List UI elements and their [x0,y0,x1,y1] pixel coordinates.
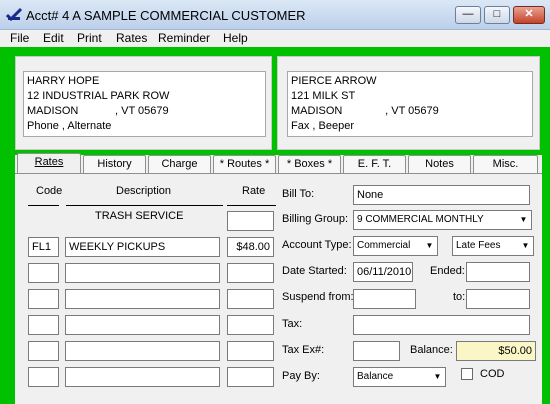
service-address-box[interactable]: PIERCE ARROW 121 MILK ST MADISON , VT 05… [287,71,533,137]
description-header-rule [66,205,223,206]
bill-address-panel: HARRY HOPE 12 INDUSTRIAL PARK ROW MADISO… [15,56,272,150]
tax-exempt-label: Tax Ex#: [282,344,325,356]
pay-by-select[interactable]: Balance ▼ [353,367,446,387]
rate-row-1-description[interactable]: WEEKLY PICKUPS [65,237,220,257]
tab-panel: Rates History Charge * Routes * * Boxes … [15,153,542,404]
tax-label: Tax: [282,318,303,330]
chevron-down-icon[interactable]: ▼ [516,211,531,229]
suspend-to-field[interactable] [466,289,530,309]
service-fax: Fax , Beeper [291,120,354,132]
group-rate-field[interactable] [227,211,274,231]
chevron-down-icon[interactable]: ▼ [430,368,445,386]
rate-row-6-description[interactable] [65,367,220,387]
rate-row-4-rate[interactable] [227,315,274,335]
account-type-select[interactable]: Commercial ▼ [353,236,438,256]
to-label: to: [453,291,466,303]
tab-misc[interactable]: Misc. [473,155,538,173]
rate-row-2-description[interactable] [65,263,220,283]
tax-field[interactable] [353,315,530,335]
code-header-rule [28,205,59,206]
bill-address-box[interactable]: HARRY HOPE 12 INDUSTRIAL PARK ROW MADISO… [23,71,266,137]
chevron-down-icon[interactable]: ▼ [422,237,437,255]
menu-print[interactable]: Print [77,31,102,45]
tab-history[interactable]: History [83,155,146,173]
bill-street: 12 INDUSTRIAL PARK ROW [27,90,170,102]
billing-group-value: 9 COMMERCIAL MONTHLY [357,214,484,225]
window-title: Acct# 4 A SAMPLE COMMERCIAL CUSTOMER [26,8,306,23]
description-header: Description [116,185,172,197]
suspend-from-field[interactable] [353,289,416,309]
date-started-label: Date Started: [282,265,347,277]
cod-checkbox[interactable] [461,368,473,380]
service-group-label: TRASH SERVICE [95,210,184,222]
rate-row-4-description[interactable] [65,315,220,335]
tab-boxes[interactable]: * Boxes * [278,155,341,173]
code-header: Code [36,185,63,197]
cod-label: COD [480,368,505,380]
bill-phone: Phone , Alternate [27,120,112,132]
billing-group-select[interactable]: 9 COMMERCIAL MONTHLY ▼ [353,210,532,230]
pay-by-value: Balance [357,371,394,382]
chevron-down-icon[interactable]: ▼ [518,237,533,255]
ended-field[interactable] [466,262,530,282]
rate-row-5-description[interactable] [65,341,220,361]
account-type-label: Account Type: [282,239,352,251]
ended-label: Ended: [430,265,465,277]
app-checkmark-icon [6,7,22,21]
service-city-state-zip: MADISON , VT 05679 [291,105,439,117]
menu-reminder[interactable]: Reminder [158,31,210,45]
rate-row-1-code[interactable]: FL1 [28,237,59,257]
tab-divider [15,173,542,174]
title-bar: Acct# 4 A SAMPLE COMMERCIAL CUSTOMER — □… [0,0,550,30]
service-address-panel: PIERCE ARROW 121 MILK ST MADISON , VT 05… [277,56,540,150]
rate-row-3-rate[interactable] [227,289,274,309]
menu-file[interactable]: File [10,31,29,45]
service-street: 121 MILK ST [291,90,356,102]
rate-row-5-code[interactable] [28,341,59,361]
menu-edit[interactable]: Edit [43,31,64,45]
service-name: PIERCE ARROW [291,75,377,87]
rate-header: Rate [242,185,266,197]
rate-row-5-rate[interactable] [227,341,274,361]
billing-group-label: Billing Group: [282,213,349,225]
account-type-value: Commercial [357,240,411,251]
rate-row-1-rate[interactable]: $48.00 [227,237,274,257]
rate-row-2-code[interactable] [28,263,59,283]
tab-routes[interactable]: * Routes * [213,155,276,173]
tab-eft[interactable]: E. F. T. [343,155,406,173]
bill-name: HARRY HOPE [27,75,100,87]
rate-row-3-code[interactable] [28,289,59,309]
rate-row-6-code[interactable] [28,367,59,387]
rate-row-2-rate[interactable] [227,263,274,283]
late-fees-select[interactable]: Late Fees ▼ [452,236,534,256]
menu-rates[interactable]: Rates [116,31,147,45]
maximize-button[interactable]: □ [484,6,510,24]
rate-row-3-description[interactable] [65,289,220,309]
rate-header-rule [227,205,276,206]
bill-to-field[interactable]: None [353,185,530,205]
date-started-field[interactable]: 06/11/2010 [353,262,413,282]
rate-row-4-code[interactable] [28,315,59,335]
rate-row-6-rate[interactable] [227,367,274,387]
tax-exempt-field[interactable] [353,341,400,361]
tab-notes[interactable]: Notes [408,155,471,173]
bill-city-state-zip: MADISON , VT 05679 [27,105,169,117]
tab-charge[interactable]: Charge [148,155,211,173]
balance-field: $50.00 [456,341,536,361]
balance-label: Balance: [410,344,453,356]
suspend-from-label: Suspend from: [282,291,354,303]
tab-rates[interactable]: Rates [17,153,81,173]
minimize-button[interactable]: — [455,6,481,24]
menu-help[interactable]: Help [223,31,248,45]
pay-by-label: Pay By: [282,370,320,382]
late-fees-value: Late Fees [456,240,501,251]
close-button[interactable]: ✕ [513,6,545,24]
menu-bar: File Edit Print Rates Reminder Help [0,30,550,47]
bill-to-label: Bill To: [282,188,315,200]
